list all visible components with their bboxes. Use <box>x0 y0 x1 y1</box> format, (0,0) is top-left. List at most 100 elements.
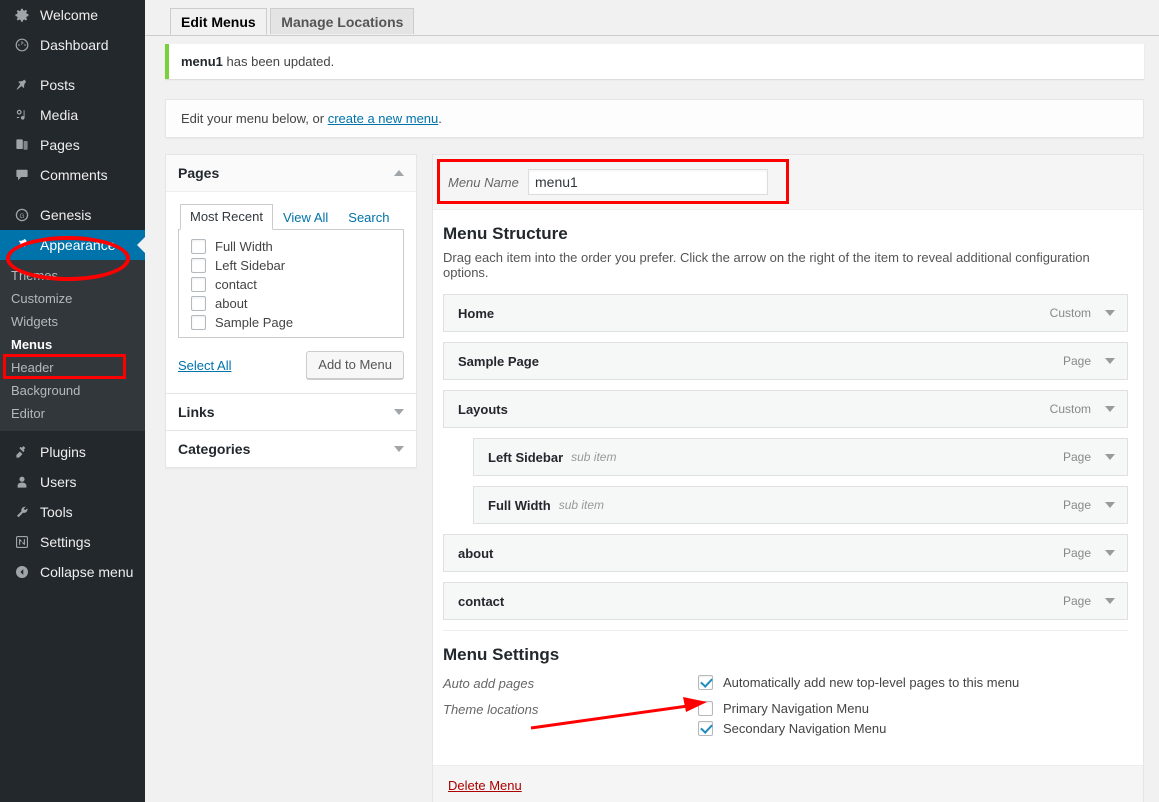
sidebar-item-label: Posts <box>40 77 76 93</box>
user-icon <box>11 472 33 492</box>
tab-manage-locations[interactable]: Manage Locations <box>270 8 415 34</box>
sidebar-item-dashboard[interactable]: Dashboard <box>0 30 145 60</box>
menu-settings-section: Menu Settings Auto add pages Automatical… <box>433 631 1143 765</box>
links-postbox-header[interactable]: Links <box>166 394 416 430</box>
chevron-down-icon[interactable] <box>1105 454 1115 460</box>
sidebar-subitem-background[interactable]: Background <box>0 379 145 402</box>
svg-text:G: G <box>20 213 25 220</box>
pages-list-item[interactable]: about <box>191 296 393 311</box>
pin-icon <box>11 75 33 95</box>
checkbox-sample-page[interactable] <box>191 315 206 330</box>
gear-icon <box>11 5 33 25</box>
checkbox-left-sidebar[interactable] <box>191 258 206 273</box>
theme-locations-label: Theme locations <box>443 702 539 717</box>
delete-menu-link[interactable]: Delete Menu <box>448 778 522 793</box>
menu-item-row[interactable]: Home Custom <box>443 294 1128 332</box>
pages-tab-search[interactable]: Search <box>338 205 399 230</box>
categories-postbox-title: Categories <box>178 441 251 457</box>
menu-name-input[interactable] <box>528 169 768 195</box>
sidebar-item-welcome[interactable]: Welcome <box>0 0 145 30</box>
sidebar-item-collapse-menu[interactable]: Collapse menu <box>0 557 145 587</box>
checkbox-secondary-navigation-menu[interactable] <box>698 721 713 736</box>
menu-item-row[interactable]: contact Page <box>443 582 1128 620</box>
auto-add-pages-row: Auto add pages Automatically add new top… <box>443 675 1128 695</box>
pages-postbox-header[interactable]: Pages <box>166 155 416 192</box>
chevron-down-icon[interactable] <box>394 409 404 415</box>
settings-sliders-icon <box>11 532 33 552</box>
pages-list-item[interactable]: Full Width <box>191 239 393 254</box>
checkbox-auto-add-pages[interactable] <box>698 675 713 690</box>
menu-settings-title: Menu Settings <box>443 645 560 664</box>
auto-add-pages-option[interactable]: Automatically add new top-level pages to… <box>698 675 1019 690</box>
plug-icon <box>11 442 33 462</box>
sidebar-item-media[interactable]: Media <box>0 100 145 130</box>
pages-list-item[interactable]: Sample Page <box>191 315 393 330</box>
dashboard-icon <box>11 35 33 55</box>
menu-item-meta: Page <box>1063 594 1127 608</box>
sidebar-subitem-widgets[interactable]: Widgets <box>0 310 145 333</box>
sidebar-item-tools[interactable]: Tools <box>0 497 145 527</box>
intro-suffix: . <box>438 111 442 126</box>
menu-item-row[interactable]: Layouts Custom <box>443 390 1128 428</box>
checkbox-about[interactable] <box>191 296 206 311</box>
menu-item-type: Page <box>1062 450 1091 464</box>
menu-item-row[interactable]: Left Sidebar sub item Page <box>473 438 1128 476</box>
checkbox-full-width[interactable] <box>191 239 206 254</box>
chevron-up-icon[interactable] <box>394 170 404 176</box>
sidebar-subitem-menus[interactable]: Menus <box>0 333 145 356</box>
create-new-menu-link[interactable]: create a new menu <box>328 111 439 126</box>
menu-management-panel: Menu Name Menu Structure Drag each item … <box>432 154 1144 802</box>
sidebar-item-posts[interactable]: Posts <box>0 70 145 100</box>
chevron-down-icon[interactable] <box>1105 598 1115 604</box>
menu-item-title: Layouts <box>458 401 508 417</box>
pages-tab-view-all[interactable]: View All <box>273 205 338 230</box>
sidebar-item-label: Genesis <box>40 207 92 223</box>
menu-item-meta: Page <box>1063 546 1127 560</box>
menu-item-sub-label: sub item <box>558 498 605 512</box>
add-to-menu-button[interactable]: Add to Menu <box>306 351 404 379</box>
menu-item-row[interactable]: about Page <box>443 534 1128 572</box>
pages-tab-most-recent[interactable]: Most Recent <box>180 204 273 230</box>
auto-add-pages-label: Auto add pages <box>443 676 535 691</box>
chevron-down-icon[interactable] <box>1105 310 1115 316</box>
sidebar-subitem-customize[interactable]: Customize <box>0 287 145 310</box>
menu-item-type: Page <box>1062 546 1091 560</box>
menu-item-row[interactable]: Full Width sub item Page <box>473 486 1128 524</box>
menu-intro-box: Edit your menu below, or create a new me… <box>165 99 1144 138</box>
genesis-icon: G <box>11 205 33 225</box>
collapse-arrow-icon <box>11 562 33 582</box>
sidebar-item-pages[interactable]: Pages <box>0 130 145 160</box>
sidebar-item-label: Tools <box>40 504 73 520</box>
sidebar-subitem-themes[interactable]: Themes <box>0 264 145 287</box>
pages-list-item-label: about <box>215 296 248 311</box>
sidebar-item-genesis[interactable]: G Genesis <box>0 200 145 230</box>
menu-item-meta: Custom <box>1050 306 1127 320</box>
checkbox-contact[interactable] <box>191 277 206 292</box>
intro-prefix: Edit your menu below, or <box>181 111 328 126</box>
tab-edit-menus[interactable]: Edit Menus <box>170 8 267 35</box>
sidebar-subitem-header[interactable]: Header <box>0 356 145 379</box>
chevron-down-icon[interactable] <box>1105 358 1115 364</box>
sidebar-item-comments[interactable]: Comments <box>0 160 145 190</box>
chevron-down-icon[interactable] <box>394 446 404 452</box>
checkbox-primary-navigation-menu[interactable] <box>698 701 713 716</box>
menu-item-meta: Page <box>1063 354 1127 368</box>
chevron-down-icon[interactable] <box>1105 502 1115 508</box>
chevron-down-icon[interactable] <box>1105 406 1115 412</box>
links-postbox-title: Links <box>178 404 215 420</box>
categories-postbox-header[interactable]: Categories <box>166 431 416 467</box>
theme-location-option[interactable]: Secondary Navigation Menu <box>698 721 886 736</box>
sidebar-subitem-editor[interactable]: Editor <box>0 402 145 425</box>
theme-location-option[interactable]: Primary Navigation Menu <box>698 701 886 716</box>
pages-list-item[interactable]: Left Sidebar <box>191 258 393 273</box>
sidebar-item-settings[interactable]: Settings <box>0 527 145 557</box>
sidebar-item-plugins[interactable]: Plugins <box>0 437 145 467</box>
menu-item-row[interactable]: Sample Page Page <box>443 342 1128 380</box>
chevron-down-icon[interactable] <box>1105 550 1115 556</box>
pages-postbox-title: Pages <box>178 165 220 181</box>
pages-list-item[interactable]: contact <box>191 277 393 292</box>
select-all-link[interactable]: Select All <box>178 358 231 373</box>
menu-item-meta: Custom <box>1050 402 1127 416</box>
sidebar-item-users[interactable]: Users <box>0 467 145 497</box>
sidebar-item-appearance[interactable]: Appearance <box>0 230 145 260</box>
